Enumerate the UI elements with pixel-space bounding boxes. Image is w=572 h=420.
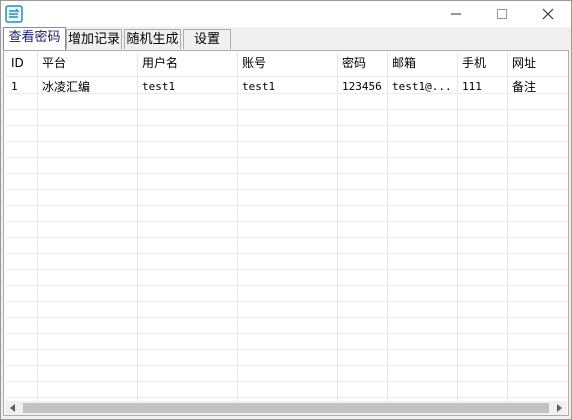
chevron-right-icon — [557, 404, 562, 412]
cell-username[interactable]: test1 — [142, 79, 175, 95]
row-divider — [5, 317, 567, 318]
cell-account[interactable]: test1 — [242, 79, 275, 95]
row-divider — [5, 141, 567, 142]
row-divider — [5, 76, 567, 77]
row-divider — [5, 125, 567, 126]
column-header-password[interactable]: 密码 — [342, 54, 366, 72]
row-divider — [5, 397, 567, 398]
row-divider — [5, 221, 567, 222]
close-icon — [542, 8, 554, 20]
tab-random-generate[interactable]: 随机生成 — [124, 29, 181, 49]
cell-url[interactable]: 备注 — [512, 79, 536, 95]
row-divider — [5, 269, 567, 270]
scroll-left-button[interactable] — [6, 401, 20, 415]
row-divider — [5, 173, 567, 174]
password-table[interactable]: ID 平台 用户名 账号 密码 邮箱 手机 网址 1 冰凌汇编 test1 te… — [5, 52, 567, 401]
column-header-account[interactable]: 账号 — [242, 54, 266, 72]
column-header-email[interactable]: 邮箱 — [392, 54, 416, 72]
row-divider — [5, 365, 567, 366]
cell-password[interactable]: 123456 — [342, 79, 382, 95]
column-header-id[interactable]: ID — [11, 54, 24, 72]
app-window: 查看密码 增加记录 随机生成 设置 ID 平台 用户名 账号 密码 邮箱 手机 … — [0, 0, 572, 420]
row-divider — [5, 349, 567, 350]
tab-add-record[interactable]: 增加记录 — [66, 29, 122, 49]
tab-view-passwords[interactable]: 查看密码 — [3, 27, 66, 50]
column-header-platform[interactable]: 平台 — [42, 54, 66, 72]
cell-phone[interactable]: 111 — [462, 79, 482, 95]
row-divider — [5, 381, 567, 382]
row-divider — [5, 285, 567, 286]
tab-strip: 查看密码 增加记录 随机生成 设置 — [1, 27, 571, 51]
app-icon — [5, 5, 23, 23]
row-divider — [5, 157, 567, 158]
cell-id[interactable]: 1 — [11, 79, 18, 95]
row-divider — [5, 205, 567, 206]
maximize-icon — [497, 9, 507, 19]
column-header-username[interactable]: 用户名 — [142, 54, 178, 72]
column-header-url[interactable]: 网址 — [512, 54, 536, 72]
tab-panel: ID 平台 用户名 账号 密码 邮箱 手机 网址 1 冰凌汇编 test1 te… — [3, 50, 569, 416]
minimize-icon — [451, 13, 461, 15]
cell-platform[interactable]: 冰凌汇编 — [42, 79, 90, 95]
title-bar[interactable] — [1, 1, 571, 27]
row-divider — [5, 237, 567, 238]
minimize-button[interactable] — [433, 1, 479, 27]
maximize-button[interactable] — [479, 1, 525, 27]
row-divider — [5, 253, 567, 254]
chevron-left-icon — [10, 404, 15, 412]
row-divider — [5, 109, 567, 110]
row-divider — [5, 189, 567, 190]
horizontal-scrollbar[interactable] — [5, 401, 567, 415]
row-divider — [5, 301, 567, 302]
cell-email[interactable]: test1@... — [392, 79, 452, 95]
column-header-phone[interactable]: 手机 — [462, 54, 486, 72]
tab-settings[interactable]: 设置 — [183, 29, 231, 49]
scroll-right-button[interactable] — [552, 401, 566, 415]
scrollbar-thumb[interactable] — [23, 403, 549, 413]
close-button[interactable] — [525, 1, 571, 27]
row-divider — [5, 333, 567, 334]
